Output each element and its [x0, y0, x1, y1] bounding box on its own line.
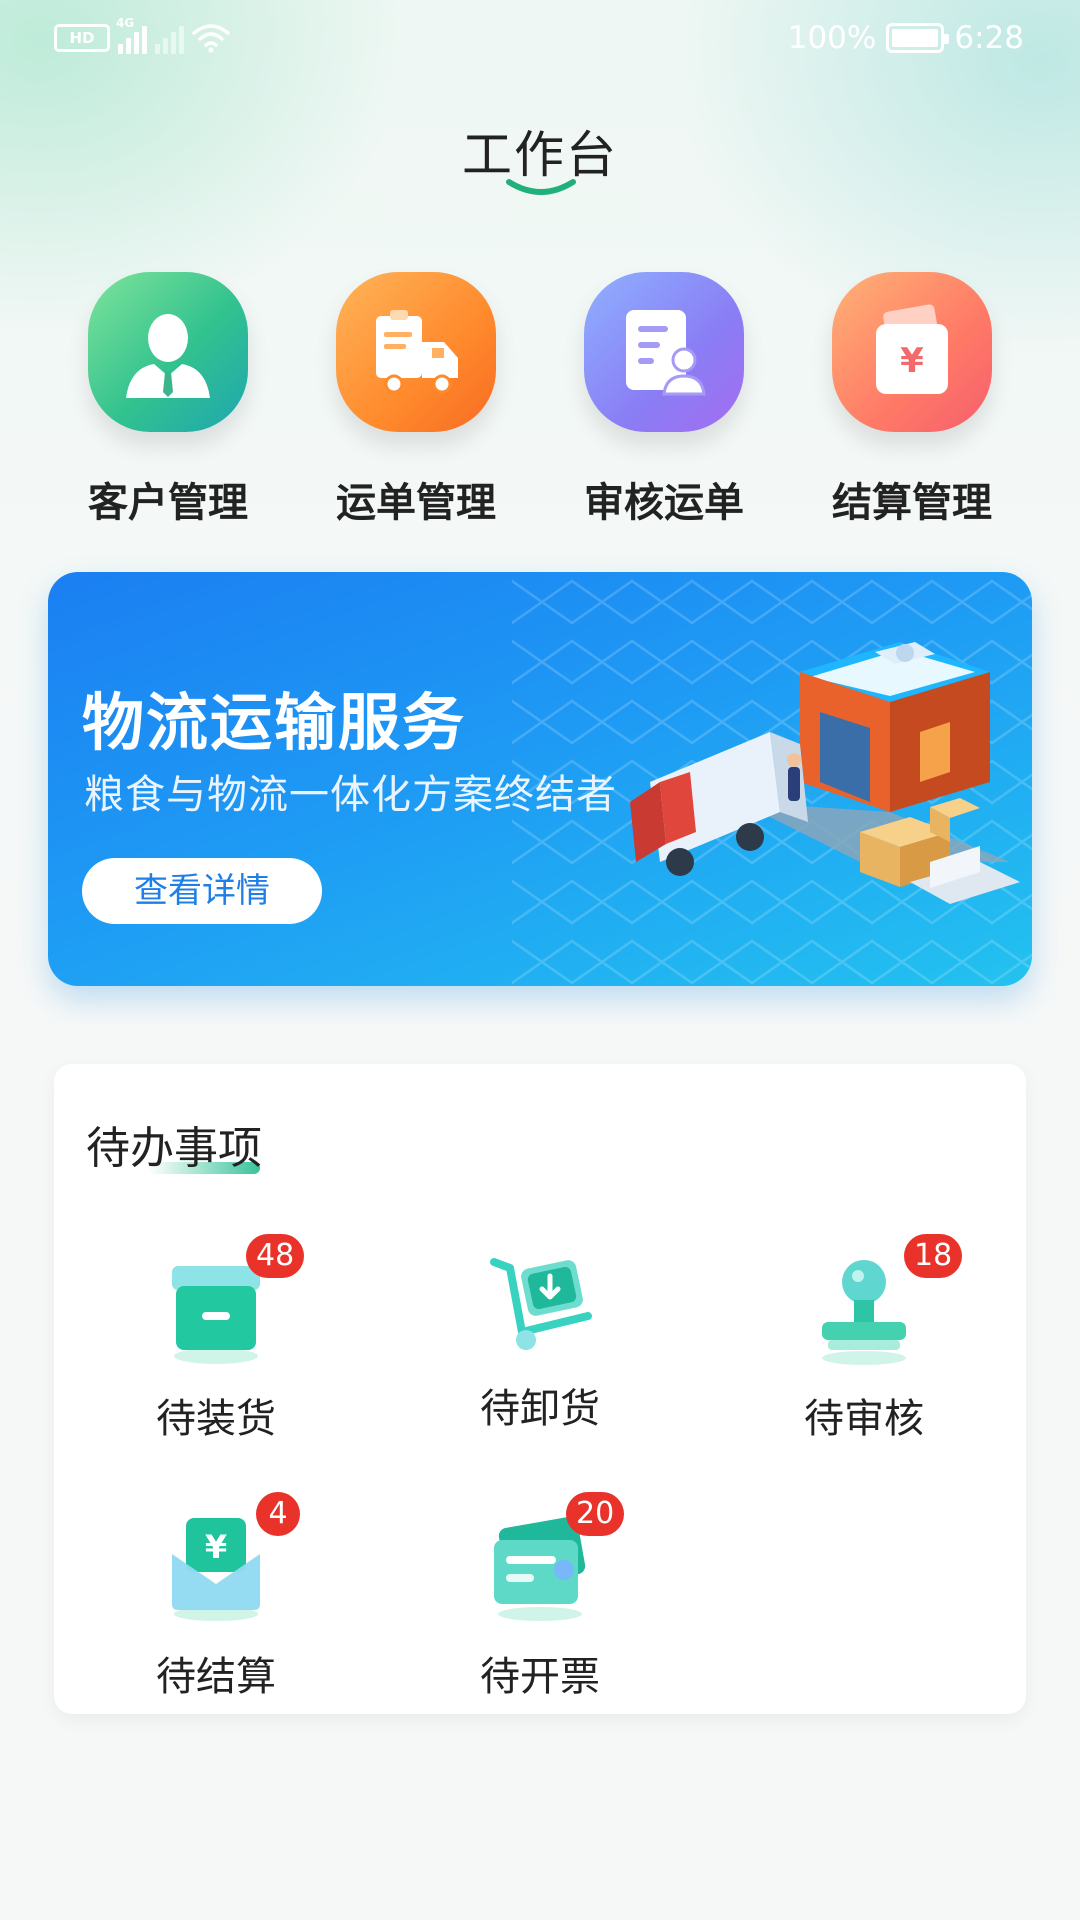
todo-title: 待办事项 — [86, 1123, 262, 1174]
document-user-icon — [626, 310, 706, 396]
status-bar: HD 4G 100% 6:28 — [0, 0, 1080, 80]
quick-icon-bg — [584, 272, 744, 432]
promo-banner[interactable]: 物流运输服务 粮食与物流一体化方案终结者 查看详情 — [48, 572, 1032, 986]
quick-menu: 客户管理 运单管理 审核运单 ¥ 结算管理 — [0, 270, 1080, 530]
todo-item-pending-unloading[interactable]: 待卸货 — [440, 1246, 640, 1446]
svg-text:¥: ¥ — [900, 341, 924, 381]
todo-label: 待卸货 — [480, 1386, 600, 1432]
todo-item-pending-settlement[interactable]: ¥ 待结算 4 — [116, 1492, 316, 1714]
todo-label: 待开票 — [480, 1654, 600, 1700]
todo-count-badge: 4 — [256, 1492, 300, 1536]
quick-icon-bg — [88, 272, 248, 432]
quick-icon-bg — [336, 272, 496, 432]
todo-item-pending-audit[interactable]: 待审核 18 — [764, 1234, 964, 1456]
todo-count-badge: 18 — [904, 1234, 963, 1278]
network-type-label: 4G — [116, 16, 135, 30]
quick-item-settlement-management[interactable]: ¥ 结算管理 — [792, 270, 1032, 530]
battery-icon — [886, 23, 950, 53]
signal-icon-secondary — [155, 22, 184, 54]
todo-item-pending-loading[interactable]: 待装货 48 — [116, 1234, 316, 1456]
quick-label: 客户管理 — [88, 480, 248, 526]
truck-clipboard-icon — [376, 310, 458, 394]
quick-label: 运单管理 — [336, 480, 496, 526]
banner-title: 物流运输服务 — [82, 686, 467, 759]
page-title: 工作台 — [462, 126, 618, 184]
todo-label: 待审核 — [804, 1396, 924, 1442]
todo-label: 待装货 — [156, 1396, 276, 1442]
todo-count-badge: 20 — [566, 1492, 625, 1536]
workbench-page: HD 4G 100% 6:28 工作台 客户管理 运单管理 审核运单 ¥ 结算管… — [0, 0, 1080, 1920]
yuan-wallet-icon: ¥ — [876, 304, 948, 394]
stamp-icon — [822, 1260, 906, 1365]
status-left-group: HD 4G — [54, 16, 230, 56]
yuan-envelope-icon: ¥ — [172, 1518, 260, 1621]
todo-item-pending-invoicing[interactable]: 待开票 20 — [440, 1492, 640, 1714]
status-right-group: 100% 6:28 — [788, 18, 1024, 58]
hand-truck-icon — [490, 1258, 592, 1350]
quick-icon-bg: ¥ — [832, 272, 992, 432]
battery-percent: 100% — [787, 20, 877, 56]
quick-item-waybill-management[interactable]: 运单管理 — [296, 270, 536, 530]
quick-item-customer-management[interactable]: 客户管理 — [48, 270, 288, 530]
signal-icon: 4G — [116, 16, 147, 54]
quick-label: 结算管理 — [832, 480, 992, 526]
customer-icon — [126, 314, 210, 398]
clock: 6:28 — [954, 20, 1024, 56]
todo-card: 待办事项 待装货 48 待卸货 待审核 18 ¥ 待结算 4 待开票 20 — [54, 1064, 1026, 1714]
title-smile-underline — [506, 179, 576, 195]
logistics-warehouse-truck-illustration — [630, 642, 1020, 904]
todo-label: 待结算 — [156, 1654, 276, 1700]
wifi-icon — [192, 24, 230, 53]
hd-icon: HD — [54, 24, 110, 52]
banner-subtitle: 粮食与物流一体化方案终结者 — [84, 772, 617, 818]
quick-label: 审核运单 — [584, 480, 744, 526]
quick-item-audit-waybill[interactable]: 审核运单 — [544, 270, 784, 530]
view-details-button[interactable]: 查看详情 — [82, 858, 322, 924]
svg-text:¥: ¥ — [205, 1528, 227, 1566]
todo-count-badge: 48 — [246, 1234, 305, 1278]
